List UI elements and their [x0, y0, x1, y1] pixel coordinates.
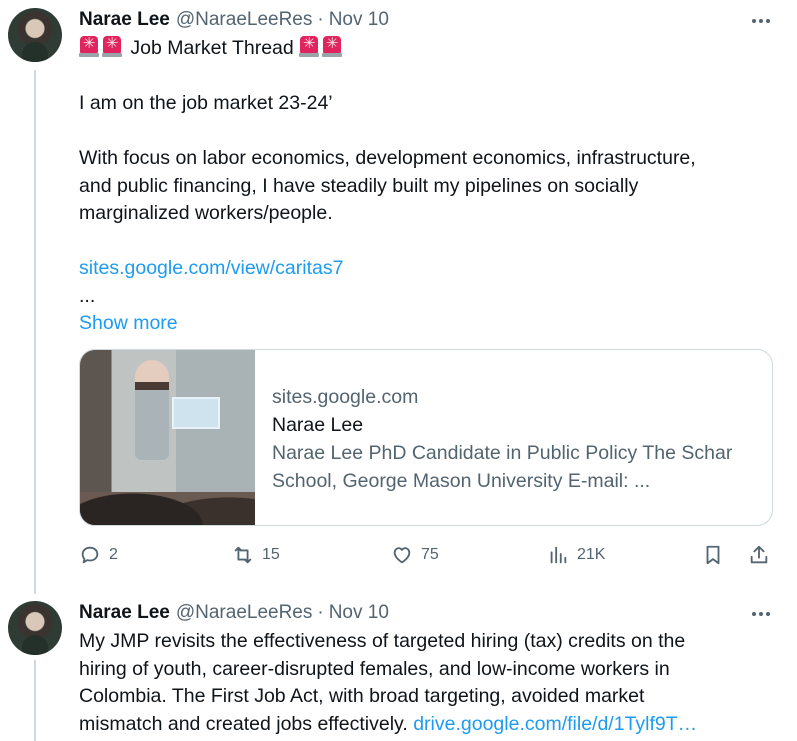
drive-link[interactable]: drive.google.com/file/d/1Tylf9T… — [413, 713, 697, 735]
tweet-text: My JMP revisits the effectiveness of tar… — [79, 628, 769, 738]
body-line: Colombia. The First Job Act, with broad … — [79, 685, 645, 707]
body-line: hiring of youth, career-disrupted female… — [79, 657, 670, 680]
tweet-date[interactable]: Nov 10 — [329, 602, 389, 624]
more-horizontal-icon — [752, 612, 756, 616]
separator-dot: · — [317, 602, 324, 623]
author-handle[interactable]: @NaraeLeeRes — [176, 602, 313, 624]
author-name[interactable]: Narae Lee — [79, 602, 170, 624]
body-line: mismatch and created jobs effectively. — [79, 712, 408, 735]
tweet-2[interactable]: Narae Lee @NaraeLeeRes · Nov 10 My JMP r… — [0, 0, 797, 741]
body-line: My JMP revisits the effectiveness of tar… — [79, 630, 686, 652]
avatar[interactable] — [8, 601, 62, 655]
thread-line — [34, 660, 36, 741]
more-options-button[interactable] — [749, 603, 773, 625]
tweet-header: Narae Lee @NaraeLeeRes · Nov 10 — [79, 602, 389, 624]
